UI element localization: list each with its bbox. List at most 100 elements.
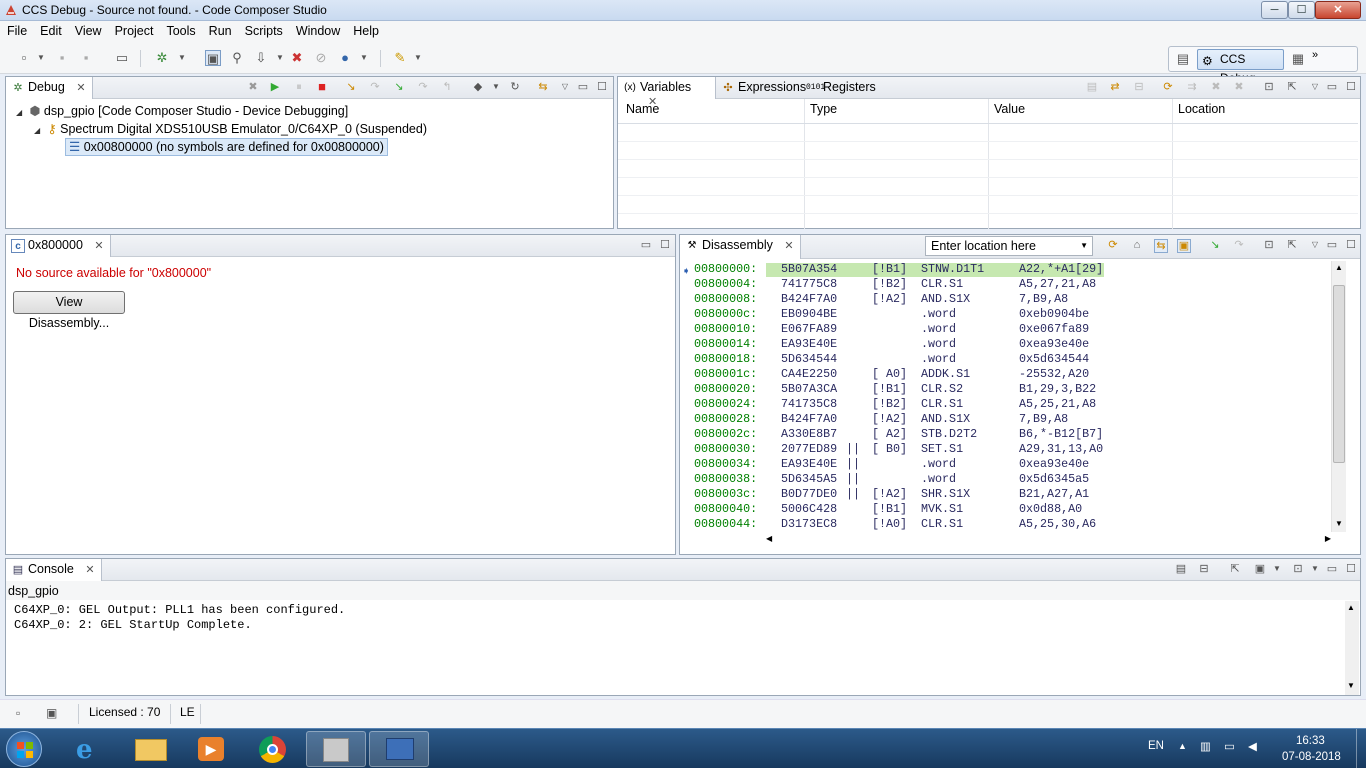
view-menu-icon[interactable]: ▽ <box>1308 81 1322 95</box>
refresh-icon[interactable]: ⟳ <box>1106 239 1120 253</box>
volume-icon[interactable]: ◀ <box>1248 739 1257 753</box>
remove-terminated-icon[interactable]: ✖ <box>246 81 260 95</box>
open-terminal-icon[interactable]: ▭ <box>114 50 130 66</box>
debug-dropdown-icon[interactable]: ▼ <box>174 50 190 66</box>
new-icon[interactable]: ▫ <box>16 50 32 66</box>
remove-icon[interactable]: ✖ <box>1209 81 1223 95</box>
home-icon[interactable]: ⌂ <box>1130 239 1144 253</box>
step-into-icon[interactable]: ↘ <box>1208 239 1222 253</box>
column-value[interactable]: Value <box>994 102 1025 116</box>
close-icon[interactable]: ✕ <box>85 564 94 576</box>
menu-file[interactable]: File <box>0 21 33 38</box>
connection-icon[interactable]: ⚲ <box>229 50 245 66</box>
taskbar-debug-app[interactable] <box>369 731 429 767</box>
link-with-active-context-icon[interactable]: ⇆ <box>1154 239 1168 253</box>
remove-breakpoints-icon[interactable]: ✖ <box>289 50 305 66</box>
run-external-icon[interactable]: ● <box>337 50 353 66</box>
close-icon[interactable]: ✕ <box>76 82 85 94</box>
language-indicator[interactable]: EN <box>1148 740 1164 752</box>
display-console-dropdown-icon[interactable]: ▼ <box>1270 563 1284 577</box>
chevron-down-icon[interactable]: ▼ <box>1080 237 1088 255</box>
menu-scripts[interactable]: Scripts <box>238 21 289 38</box>
taskbar-chrome[interactable] <box>243 731 303 767</box>
remove-all-icon[interactable]: ✖ <box>1232 81 1246 95</box>
resume-icon[interactable]: ▶ <box>268 81 282 95</box>
load-dropdown-icon[interactable]: ▼ <box>272 50 288 66</box>
start-button[interactable] <box>6 731 42 767</box>
new-view-icon[interactable]: ⊡ <box>1262 81 1276 95</box>
open-console-dropdown-icon[interactable]: ▼ <box>1308 563 1322 577</box>
load-program-icon[interactable]: ⇩ <box>253 50 269 66</box>
suspend-icon[interactable]: ⏸ <box>292 81 306 95</box>
reset-dropdown-icon[interactable]: ▼ <box>489 81 503 95</box>
minimize-view-icon[interactable]: ▭ <box>1325 563 1339 577</box>
progress-icon[interactable]: ▣ <box>46 706 57 720</box>
action-center-icon[interactable]: ▭ <box>1224 739 1235 753</box>
scroll-down-icon[interactable]: ▼ <box>1347 681 1355 690</box>
maximize-view-icon[interactable]: ☐ <box>658 239 672 253</box>
horizontal-scrollbar[interactable]: ◀ ▶ <box>766 533 1331 547</box>
scroll-left-icon[interactable]: ◀ <box>766 534 772 543</box>
restart-icon[interactable]: ↻ <box>508 81 522 95</box>
minimize-view-icon[interactable]: ▭ <box>639 239 653 253</box>
menu-edit[interactable]: Edit <box>33 21 68 38</box>
tab-console[interactable]: ▤ Console ✕ <box>6 559 102 581</box>
maximize-view-icon[interactable]: ☐ <box>1344 563 1358 577</box>
scrollbar-thumb[interactable] <box>1333 285 1345 463</box>
assembly-step-over-icon[interactable]: ↷ <box>416 81 430 95</box>
view-menu-icon[interactable]: ▽ <box>558 81 572 95</box>
search-dropdown-icon[interactable]: ▼ <box>410 50 426 66</box>
other-perspective-icon[interactable]: ▦ <box>1290 51 1306 67</box>
maximize-view-icon[interactable]: ☐ <box>595 81 609 95</box>
scroll-up-icon[interactable]: ▲ <box>1347 603 1355 612</box>
maximize-view-icon[interactable]: ☐ <box>1344 239 1358 253</box>
console-scrollbar[interactable]: ▲ ▼ <box>1345 601 1359 695</box>
debug-icon[interactable]: ✲ <box>154 50 170 66</box>
new-view-icon[interactable]: ⊡ <box>1262 239 1276 253</box>
assembly-step-into-icon[interactable]: ↘ <box>392 81 406 95</box>
column-type[interactable]: Type <box>810 102 837 116</box>
refresh-icon[interactable]: ⟳ <box>1161 81 1175 95</box>
column-name[interactable]: Name <box>626 102 659 116</box>
add-global-variables-icon[interactable]: ⇄ <box>1108 81 1122 95</box>
menu-help[interactable]: Help <box>346 21 385 38</box>
menu-tools[interactable]: Tools <box>159 21 201 38</box>
reset-icon[interactable]: ◆ <box>471 81 485 95</box>
show-type-names-icon[interactable]: ▤ <box>1085 81 1099 95</box>
menu-window[interactable]: Window <box>289 21 346 38</box>
tree-item-project[interactable]: ◢ ⬢ dsp_gpio [Code Composer Studio - Dev… <box>16 103 348 118</box>
minimize-view-icon[interactable]: ▭ <box>1325 81 1339 95</box>
pin-view-icon[interactable]: ⇱ <box>1285 81 1299 95</box>
step-over-icon[interactable]: ↷ <box>368 81 382 95</box>
menu-project[interactable]: Project <box>108 21 160 38</box>
collapse-all-icon[interactable]: ⊟ <box>1132 81 1146 95</box>
maximize-view-icon[interactable]: ☐ <box>1344 81 1358 95</box>
scroll-up-icon[interactable]: ▲ <box>1332 261 1346 275</box>
tab-registers[interactable]: 0101 Registers <box>801 77 882 99</box>
clock-time[interactable]: 16:33 <box>1296 735 1325 747</box>
minimize-view-icon[interactable]: ▭ <box>1325 239 1339 253</box>
pin-console-icon[interactable]: ⇱ <box>1228 563 1242 577</box>
display-console-icon[interactable]: ▣ <box>1253 563 1267 577</box>
search-icon[interactable]: ✎ <box>392 50 408 66</box>
save-all-icon[interactable]: ▪ <box>78 50 94 66</box>
network-icon[interactable]: ▥ <box>1200 739 1211 753</box>
close-button[interactable]: ✕ <box>1315 1 1361 19</box>
taskbar-code-composer[interactable] <box>306 731 366 767</box>
maximize-button[interactable]: ☐ <box>1288 1 1315 19</box>
expand-arrow-icon[interactable]: ◢ <box>34 126 44 135</box>
open-perspective-icon[interactable]: ▤ <box>1175 51 1191 67</box>
location-input[interactable]: Enter location here ▼ <box>925 236 1093 256</box>
step-into-icon[interactable]: ↘ <box>344 81 358 95</box>
scroll-right-icon[interactable]: ▶ <box>1325 534 1331 543</box>
close-icon[interactable]: ✕ <box>784 240 793 252</box>
view-disassembly-button[interactable]: View Disassembly... <box>13 291 125 330</box>
perspective-ccs-debug-button[interactable]: ⚙ CCS Debug <box>1197 49 1284 85</box>
show-desktop-button[interactable] <box>1356 729 1366 768</box>
pin-view-icon[interactable]: ⇱ <box>1285 239 1299 253</box>
run-external-dropdown-icon[interactable]: ▼ <box>356 50 372 66</box>
step-return-icon[interactable]: ↰ <box>440 81 454 95</box>
vertical-scrollbar[interactable]: ▲ ▼ <box>1331 261 1346 532</box>
expand-arrow-icon[interactable]: ◢ <box>16 108 26 117</box>
clear-console-icon[interactable]: ▤ <box>1174 563 1188 577</box>
